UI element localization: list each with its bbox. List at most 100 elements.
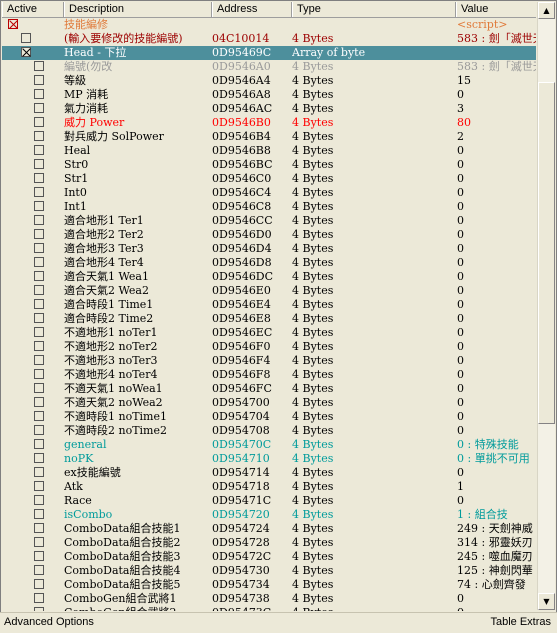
table-row[interactable]: ComboData組合技能2 0D954728 4 Bytes 314 : 邪靈妖刃 — [2, 536, 536, 550]
active-checkbox[interactable] — [34, 201, 44, 211]
table-row[interactable]: Str0 0D9546BC 4 Bytes 0 — [2, 158, 536, 172]
table-row[interactable]: 不適地形3 noTer3 0D9546F4 4 Bytes 0 — [2, 354, 536, 368]
active-checkbox[interactable] — [34, 103, 44, 113]
scroll-up-arrow-icon[interactable]: ▲ — [538, 2, 555, 19]
active-checkbox[interactable] — [34, 61, 44, 71]
scroll-down-arrow-icon[interactable]: ▼ — [538, 593, 555, 610]
table-row[interactable]: 適合地形1 Ter1 0D9546CC 4 Bytes 0 — [2, 214, 536, 228]
advanced-options-button[interactable]: Advanced Options — [4, 613, 94, 631]
active-checkbox[interactable] — [34, 425, 44, 435]
table-row[interactable]: Int0 0D9546C4 4 Bytes 0 — [2, 186, 536, 200]
active-checkbox[interactable] — [34, 285, 44, 295]
active-checkbox[interactable] — [34, 481, 44, 491]
active-checkbox[interactable] — [34, 187, 44, 197]
table-row[interactable]: 不適地形1 noTer1 0D9546EC 4 Bytes 0 — [2, 326, 536, 340]
active-checkbox[interactable] — [34, 411, 44, 421]
table-row[interactable]: 適合天氣1 Wea1 0D9546DC 4 Bytes 0 — [2, 270, 536, 284]
table-row[interactable]: 不適時段1 noTime1 0D954704 4 Bytes 0 — [2, 410, 536, 424]
column-description[interactable]: Description — [64, 2, 212, 17]
active-checkbox[interactable] — [21, 47, 31, 57]
active-checkbox[interactable] — [34, 579, 44, 589]
table-row[interactable]: MP 消耗 0D9546A8 4 Bytes 0 — [2, 88, 536, 102]
active-checkbox[interactable] — [34, 593, 44, 603]
active-checkbox[interactable] — [34, 229, 44, 239]
active-checkbox[interactable] — [34, 145, 44, 155]
active-checkbox[interactable] — [34, 537, 44, 547]
active-checkbox[interactable] — [34, 341, 44, 351]
active-checkbox[interactable] — [34, 565, 44, 575]
active-checkbox[interactable] — [8, 19, 18, 29]
table-row[interactable]: ComboGen組合武將20D95473C4 Bytes0 — [2, 606, 536, 611]
table-row[interactable]: ComboData組合技能1 0D954724 4 Bytes 249 : 天劍神威 — [2, 522, 536, 536]
active-checkbox[interactable] — [34, 467, 44, 477]
active-checkbox[interactable] — [34, 89, 44, 99]
active-checkbox[interactable] — [34, 509, 44, 519]
column-active[interactable]: Active — [2, 2, 64, 17]
table-row[interactable]: ComboData組合技能4 0D954730 4 Bytes 125 : 神劍閃華 — [2, 564, 536, 578]
column-type[interactable]: Type — [292, 2, 456, 17]
table-row[interactable]: Int1 0D9546C8 4 Bytes 0 — [2, 200, 536, 214]
active-checkbox[interactable] — [34, 523, 44, 533]
table-extras-button[interactable]: Table Extras — [490, 613, 551, 631]
scrollbar-thumb[interactable] — [538, 81, 555, 424]
vertical-scrollbar[interactable]: ▲ ▼ — [537, 2, 555, 610]
table-row[interactable]: Str1 0D9546C0 4 Bytes 0 — [2, 172, 536, 186]
active-checkbox[interactable] — [34, 159, 44, 169]
active-checkbox[interactable] — [34, 243, 44, 253]
table-row[interactable]: 適合地形2 Ter2 0D9546D0 4 Bytes 0 — [2, 228, 536, 242]
active-checkbox[interactable] — [21, 33, 31, 43]
table-row[interactable]: 適合天氣2 Wea2 0D9546E0 4 Bytes 0 — [2, 284, 536, 298]
table-row[interactable]: ComboData組合技能5 0D954734 4 Bytes 74 : 心劍齊發 — [2, 578, 536, 592]
active-checkbox[interactable] — [34, 369, 44, 379]
active-checkbox[interactable] — [34, 215, 44, 225]
active-checkbox[interactable] — [34, 313, 44, 323]
table-row[interactable]: Atk 0D954718 4 Bytes 1 — [2, 480, 536, 494]
table-row[interactable]: noPK 0D954710 4 Bytes 0 : 單挑不可用 — [2, 452, 536, 466]
row-type: 4 Bytes — [292, 270, 334, 283]
table-row[interactable]: 對兵威力 SolPower 0D9546B4 4 Bytes 2 — [2, 130, 536, 144]
table-row[interactable]: 不適天氣1 noWea1 0D9546FC 4 Bytes 0 — [2, 382, 536, 396]
table-row[interactable]: Head - 下拉 0D95469C Array of byte — [2, 46, 536, 60]
active-checkbox[interactable] — [34, 607, 44, 611]
table-row[interactable]: 適合地形4 Ter4 0D9546D8 4 Bytes 0 — [2, 256, 536, 270]
active-checkbox[interactable] — [34, 131, 44, 141]
column-value[interactable]: Value — [456, 2, 536, 17]
active-checkbox[interactable] — [34, 439, 44, 449]
table-row[interactable]: 氣力消耗 0D9546AC 4 Bytes 3 — [2, 102, 536, 116]
active-checkbox[interactable] — [34, 551, 44, 561]
table-row[interactable]: isCombo 0D954720 4 Bytes 1 : 組合技 — [2, 508, 536, 522]
table-row[interactable]: 不適時段2 noTime2 0D954708 4 Bytes 0 — [2, 424, 536, 438]
active-checkbox[interactable] — [34, 383, 44, 393]
active-checkbox[interactable] — [34, 453, 44, 463]
active-checkbox[interactable] — [34, 75, 44, 85]
row-value: 0 — [457, 340, 464, 353]
active-checkbox[interactable] — [34, 173, 44, 183]
table-row[interactable]: 等級 0D9546A4 4 Bytes 15 — [2, 74, 536, 88]
table-row[interactable]: (輸入要修改的技能編號) 04C10014 4 Bytes 583 : 劍「滅世天 — [2, 32, 536, 46]
table-row[interactable]: 不適地形2 noTer2 0D9546F0 4 Bytes 0 — [2, 340, 536, 354]
table-row[interactable]: ex技能編號 0D954714 4 Bytes 0 — [2, 466, 536, 480]
active-checkbox[interactable] — [34, 355, 44, 365]
table-row[interactable]: Race 0D95471C 4 Bytes 0 — [2, 494, 536, 508]
table-row[interactable]: Heal 0D9546B8 4 Bytes 0 — [2, 144, 536, 158]
table-row[interactable]: general 0D95470C 4 Bytes 0 : 特殊技能 — [2, 438, 536, 452]
table-row[interactable]: 技能編修 <script> — [2, 18, 536, 32]
active-checkbox[interactable] — [34, 299, 44, 309]
row-address: 0D954730 — [212, 564, 270, 577]
table-row[interactable]: 適合地形3 Ter3 0D9546D4 4 Bytes 0 — [2, 242, 536, 256]
table-row[interactable]: 不適地形4 noTer4 0D9546F8 4 Bytes 0 — [2, 368, 536, 382]
active-checkbox[interactable] — [34, 117, 44, 127]
table-row[interactable]: 不適天氣2 noWea2 0D954700 4 Bytes 0 — [2, 396, 536, 410]
active-checkbox[interactable] — [34, 271, 44, 281]
active-checkbox[interactable] — [34, 327, 44, 337]
active-checkbox[interactable] — [34, 495, 44, 505]
table-row[interactable]: 適合時段2 Time2 0D9546E8 4 Bytes 0 — [2, 312, 536, 326]
column-address[interactable]: Address — [212, 2, 292, 17]
table-row[interactable]: 適合時段1 Time1 0D9546E4 4 Bytes 0 — [2, 298, 536, 312]
active-checkbox[interactable] — [34, 397, 44, 407]
table-row[interactable]: ComboGen組合武將1 0D954738 4 Bytes 0 — [2, 592, 536, 606]
table-row[interactable]: 威力 Power 0D9546B0 4 Bytes 80 — [2, 116, 536, 130]
active-checkbox[interactable] — [34, 257, 44, 267]
table-row[interactable]: ComboData組合技能3 0D95472C 4 Bytes 245 : 噬血魔刃 — [2, 550, 536, 564]
table-row[interactable]: 編號(勿改 0D9546A0 4 Bytes 583 : 劍「滅世天 — [2, 60, 536, 74]
